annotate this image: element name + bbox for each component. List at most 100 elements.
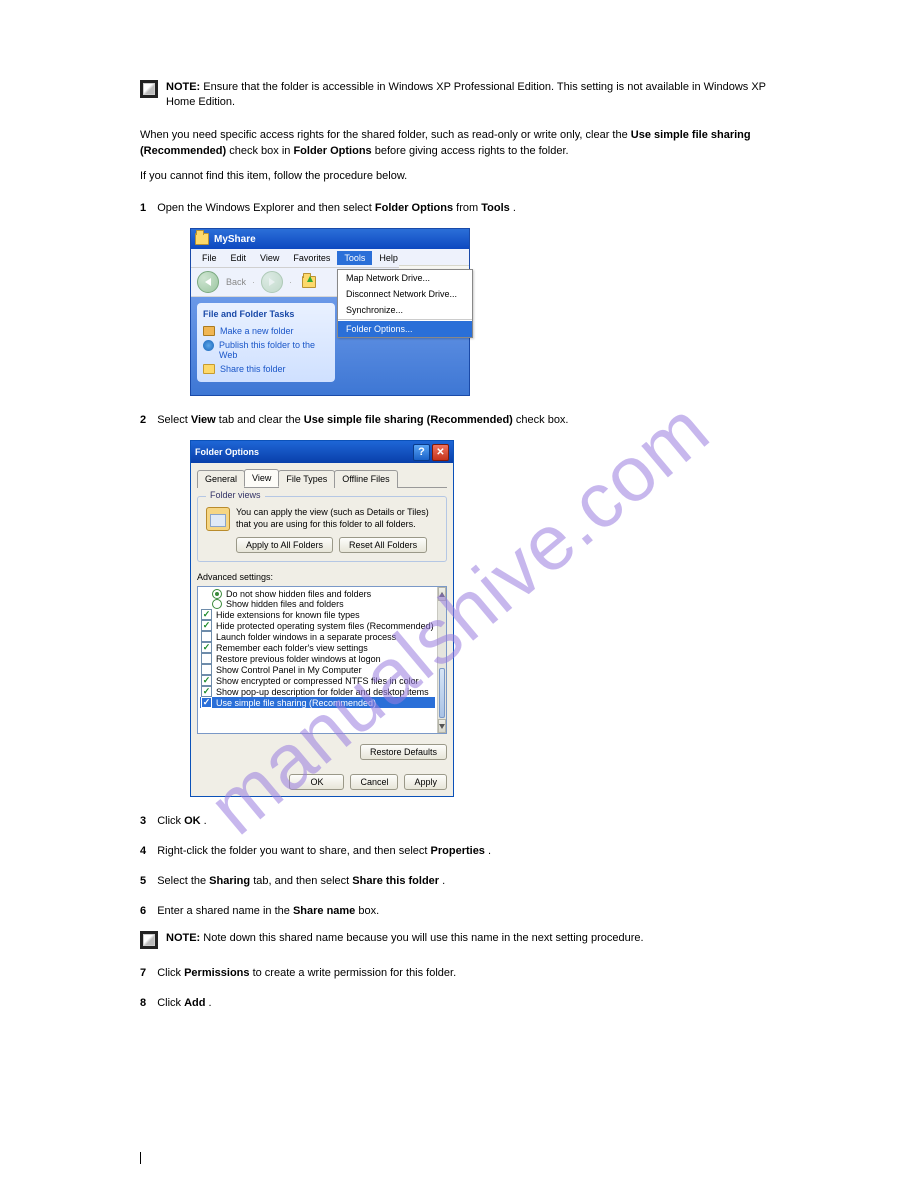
- dd-sync[interactable]: Synchronize...: [338, 302, 472, 318]
- adv-item-label: Show Control Panel in My Computer: [216, 665, 362, 675]
- step-8-text: Click: [157, 997, 184, 1009]
- globe-icon: [203, 340, 214, 351]
- step-5-text3: .: [442, 875, 445, 887]
- scroll-track[interactable]: [438, 601, 446, 719]
- checkbox-icon[interactable]: [201, 631, 212, 642]
- step-1-bold2: Tools: [481, 202, 510, 214]
- help-button[interactable]: ?: [413, 444, 430, 461]
- task-new-folder[interactable]: Make a new folder: [203, 324, 329, 338]
- task-publish[interactable]: Publish this folder to the Web: [203, 338, 329, 362]
- checkbox-icon[interactable]: ✓: [201, 686, 212, 697]
- step-7-bold1: Permissions: [184, 967, 249, 979]
- dd-folder-options[interactable]: Folder Options...: [338, 321, 472, 337]
- step-3-bold1: OK: [184, 815, 201, 827]
- folder-views-text: You can apply the view (such as Details …: [236, 507, 438, 530]
- checkbox-icon[interactable]: ✓: [201, 620, 212, 631]
- cancel-button[interactable]: Cancel: [350, 774, 398, 790]
- adv-item-7[interactable]: Show Control Panel in My Computer: [200, 664, 435, 675]
- dialog-titlebar: Folder Options ? ✕: [191, 441, 453, 463]
- step-6: 6 Enter a shared name in the Share name …: [140, 905, 798, 917]
- step-6-text: Enter a shared name in the: [157, 905, 293, 917]
- apply-button[interactable]: Apply: [404, 774, 447, 790]
- restore-defaults-button[interactable]: Restore Defaults: [360, 744, 447, 760]
- apply-all-button[interactable]: Apply to All Folders: [236, 537, 333, 553]
- adv-item-5[interactable]: ✓ Remember each folder's view settings: [200, 642, 435, 653]
- adv-item-3[interactable]: ✓Hide protected operating system files (…: [200, 620, 435, 631]
- adv-item-0[interactable]: Do not show hidden files and folders: [200, 589, 435, 599]
- adv-item-10[interactable]: ✓Use simple file sharing (Recommended): [200, 697, 435, 708]
- dialog-title: Folder Options: [195, 447, 259, 457]
- menu-file[interactable]: File: [195, 251, 224, 265]
- adv-item-label: Do not show hidden files and folders: [226, 589, 371, 599]
- new-folder-icon: [203, 326, 215, 336]
- folder-icon: [195, 233, 209, 245]
- separator: ·: [252, 277, 255, 287]
- explorer-titlebar: MyShare: [191, 229, 469, 249]
- intro-paragraph-1: When you need specific access rights for…: [140, 127, 798, 160]
- folder-views-icon: [206, 507, 230, 531]
- scroll-down-button[interactable]: [438, 719, 446, 733]
- dd-disconnect[interactable]: Disconnect Network Drive...: [338, 286, 472, 302]
- step-5-bold2: Share this folder: [352, 875, 439, 887]
- task-new-folder-label: Make a new folder: [220, 326, 294, 336]
- share-folder-icon: [203, 364, 215, 374]
- folder-options-dialog: Folder Options ? ✕ General View File Typ…: [190, 440, 454, 797]
- checkbox-icon[interactable]: ✓: [201, 609, 212, 620]
- step-1-text: Open the Windows Explorer and then selec…: [157, 202, 375, 214]
- close-button[interactable]: ✕: [432, 444, 449, 461]
- checkbox-icon[interactable]: ✓: [201, 697, 212, 708]
- chevron-down-icon: [439, 724, 445, 729]
- scroll-thumb[interactable]: [439, 668, 445, 718]
- step-2: 2 Select View tab and clear the Use simp…: [140, 414, 798, 426]
- adv-item-8[interactable]: ✓ Show encrypted or compressed NTFS files…: [200, 675, 435, 686]
- checkbox-icon[interactable]: ✓: [201, 675, 212, 686]
- adv-item-2[interactable]: ✓Hide extensions for known file types: [200, 609, 435, 620]
- step-7-text: Click: [157, 967, 184, 979]
- adv-item-6[interactable]: Restore previous folder windows at logon: [200, 653, 435, 664]
- adv-item-label: Show encrypted or compressed NTFS files …: [216, 676, 419, 686]
- ok-button[interactable]: OK: [289, 774, 344, 790]
- checkbox-icon[interactable]: [201, 664, 212, 675]
- intro-1e: before giving access rights to the folde…: [375, 145, 569, 157]
- step-8-num: 8: [140, 997, 146, 1009]
- back-button[interactable]: [197, 271, 219, 293]
- radio-icon[interactable]: [212, 599, 222, 609]
- menu-view[interactable]: View: [253, 251, 286, 265]
- forward-button[interactable]: [261, 271, 283, 293]
- step-1-num: 1: [140, 202, 146, 214]
- step-4-num: 4: [140, 845, 146, 857]
- tab-view[interactable]: View: [244, 469, 279, 487]
- arrow-right-icon: [269, 278, 275, 286]
- pencil-note-icon: [140, 931, 158, 949]
- pencil-note-icon: [140, 80, 158, 98]
- task-share[interactable]: Share this folder: [203, 362, 329, 376]
- adv-item-1[interactable]: Show hidden files and folders: [200, 599, 435, 609]
- menu-tools[interactable]: Tools: [337, 251, 372, 265]
- dialog-body: General View File Types Offline Files Fo…: [191, 463, 453, 796]
- page: NOTE: Ensure that the folder is accessib…: [0, 0, 918, 1009]
- up-folder-button[interactable]: [298, 272, 320, 292]
- scroll-up-button[interactable]: [438, 587, 446, 601]
- dd-map-drive[interactable]: Map Network Drive...: [338, 270, 472, 286]
- reset-all-button[interactable]: Reset All Folders: [339, 537, 427, 553]
- radio-icon[interactable]: [212, 589, 222, 599]
- adv-item-4[interactable]: Launch folder windows in a separate proc…: [200, 631, 435, 642]
- adv-item-label: Restore previous folder windows at logon: [216, 654, 381, 664]
- checkbox-icon[interactable]: [201, 653, 212, 664]
- menu-edit[interactable]: Edit: [224, 251, 254, 265]
- menu-help[interactable]: Help: [372, 251, 405, 265]
- adv-item-label: Remember each folder's view settings: [216, 643, 368, 653]
- step-3-text: Click: [157, 815, 184, 827]
- step-3-text2: .: [204, 815, 207, 827]
- advanced-settings-label: Advanced settings:: [197, 572, 447, 582]
- step-5: 5 Select the Sharing tab, and then selec…: [140, 875, 798, 887]
- tab-file-types[interactable]: File Types: [278, 470, 335, 488]
- tab-general[interactable]: General: [197, 470, 245, 488]
- scrollbar[interactable]: [437, 587, 446, 733]
- checkbox-icon[interactable]: ✓: [201, 642, 212, 653]
- tab-offline[interactable]: Offline Files: [334, 470, 397, 488]
- menu-favorites[interactable]: Favorites: [286, 251, 337, 265]
- explorer-window: MyShare File Edit View Favorites Tools H…: [190, 228, 470, 396]
- adv-item-9[interactable]: ✓Show pop-up description for folder and …: [200, 686, 435, 697]
- step-1-bold1: Folder Options: [375, 202, 453, 214]
